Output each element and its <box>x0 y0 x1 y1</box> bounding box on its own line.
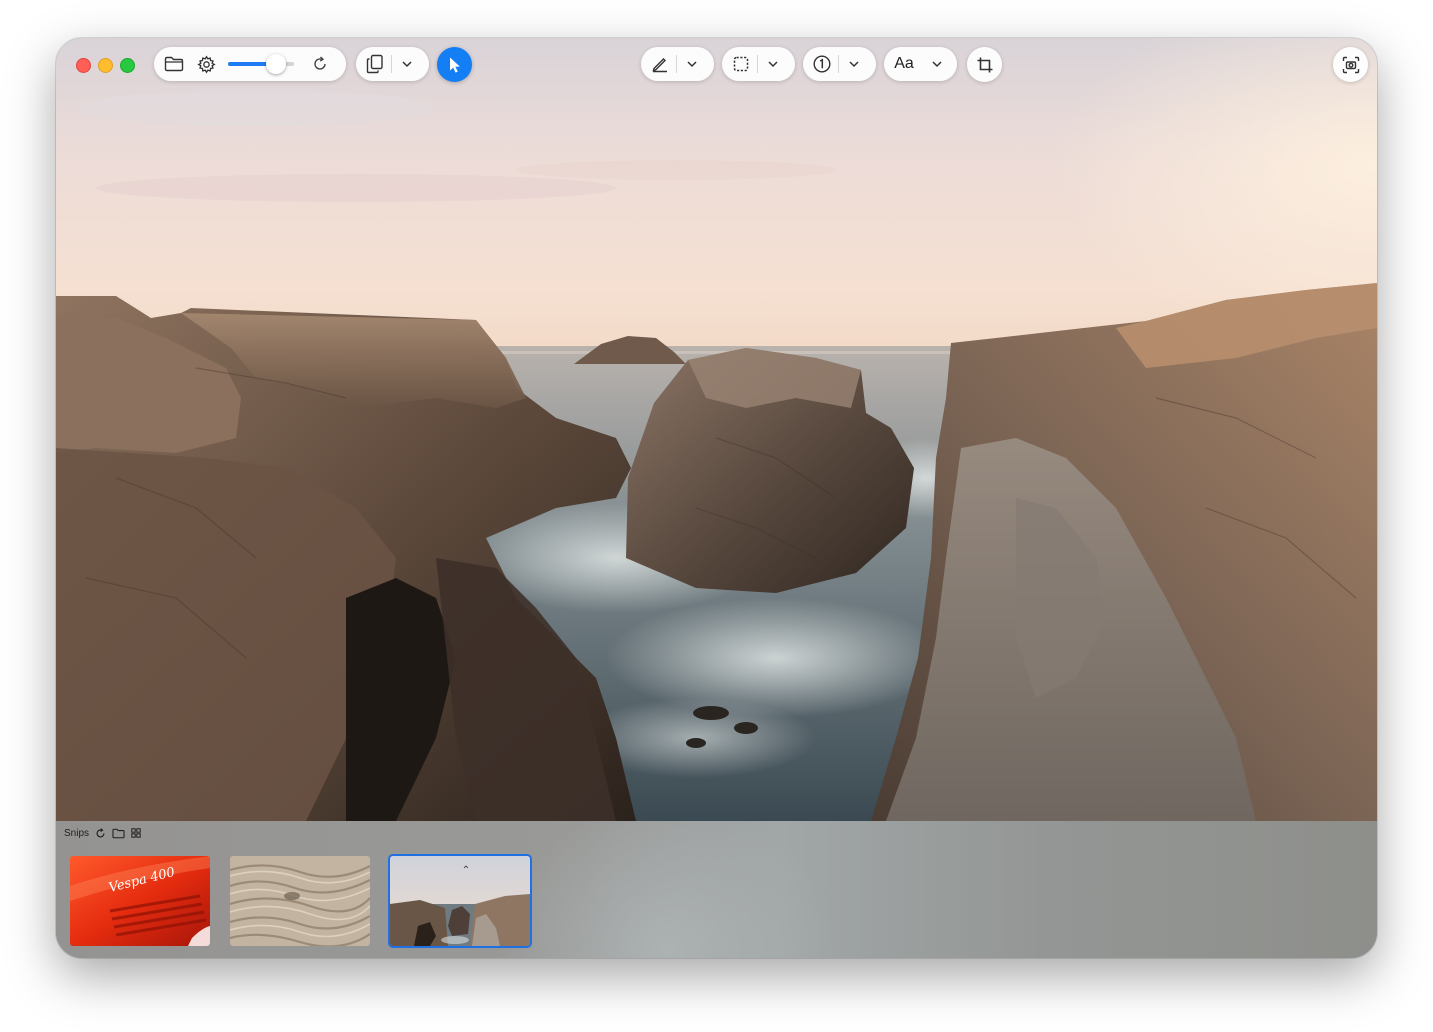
zoom-window-button[interactable] <box>120 58 135 73</box>
snip-thumbnail-coast[interactable] <box>390 856 530 946</box>
refresh-icon[interactable] <box>95 827 106 839</box>
text-tool-button[interactable]: Aa <box>888 47 920 81</box>
snip-thumbnail-sand[interactable] <box>230 856 370 946</box>
folder-icon[interactable] <box>112 828 125 839</box>
chevron-down-icon <box>402 61 412 68</box>
app-window: Aa Snips Vespa 400 <box>56 38 1377 958</box>
grid-icon[interactable] <box>131 828 141 838</box>
pen-options-button[interactable] <box>677 47 707 81</box>
snip-thumbnail-scooter[interactable]: Vespa 400 <box>70 856 210 946</box>
close-window-button[interactable] <box>76 58 91 73</box>
text-options-button[interactable] <box>922 47 952 81</box>
chevron-down-icon <box>849 61 859 68</box>
refresh-icon <box>314 56 326 70</box>
shape-options-button[interactable] <box>758 47 788 81</box>
capture-button[interactable] <box>1333 47 1368 82</box>
file-settings-group <box>154 47 346 81</box>
snips-tray: Snips Vespa 400 <box>56 821 1377 958</box>
number-options-button[interactable] <box>839 47 869 81</box>
select-tool-button[interactable] <box>437 47 472 82</box>
folder-icon <box>164 56 184 72</box>
chevron-down-icon <box>687 61 697 68</box>
copy-options-button[interactable] <box>392 47 422 81</box>
shape-tool-group <box>722 47 795 81</box>
pen-tool-button[interactable] <box>644 47 676 81</box>
gear-icon <box>196 54 216 74</box>
coastal-rocks-photo <box>56 38 1377 821</box>
snips-title: Snips <box>64 827 90 839</box>
open-folder-button[interactable] <box>158 47 190 81</box>
crop-icon <box>977 57 992 72</box>
chevron-down-icon <box>768 61 778 68</box>
text-tool-group: Aa <box>884 47 957 81</box>
copy-button[interactable] <box>359 47 391 81</box>
screen-capture-icon <box>1342 56 1359 73</box>
minimize-window-button[interactable] <box>98 58 113 73</box>
slider-knob[interactable] <box>265 54 286 74</box>
coastal-rocks-thumb <box>390 856 530 946</box>
rectangle-tool-button[interactable] <box>725 47 757 81</box>
crop-tool-button[interactable] <box>967 47 1002 82</box>
reset-button[interactable] <box>304 47 336 81</box>
sand-dunes-thumb <box>230 856 370 946</box>
red-scooter-thumb: Vespa 400 <box>70 856 210 946</box>
copy-group <box>356 47 429 81</box>
copy-icon <box>366 54 383 74</box>
number-stamp-button[interactable] <box>806 47 838 81</box>
settings-button[interactable] <box>190 47 222 81</box>
pen-icon <box>652 58 667 73</box>
number-stamp-icon <box>813 55 831 73</box>
pen-tool-group <box>641 47 714 81</box>
image-canvas[interactable] <box>56 38 1377 821</box>
text-tool-icon: Aa <box>894 55 914 72</box>
snips-header: Snips <box>64 826 141 840</box>
chevron-down-icon <box>932 61 942 68</box>
number-tool-group <box>803 47 876 81</box>
rectangle-select-icon <box>733 56 749 72</box>
cursor-arrow-icon <box>449 57 460 73</box>
zoom-slider[interactable] <box>228 54 294 74</box>
